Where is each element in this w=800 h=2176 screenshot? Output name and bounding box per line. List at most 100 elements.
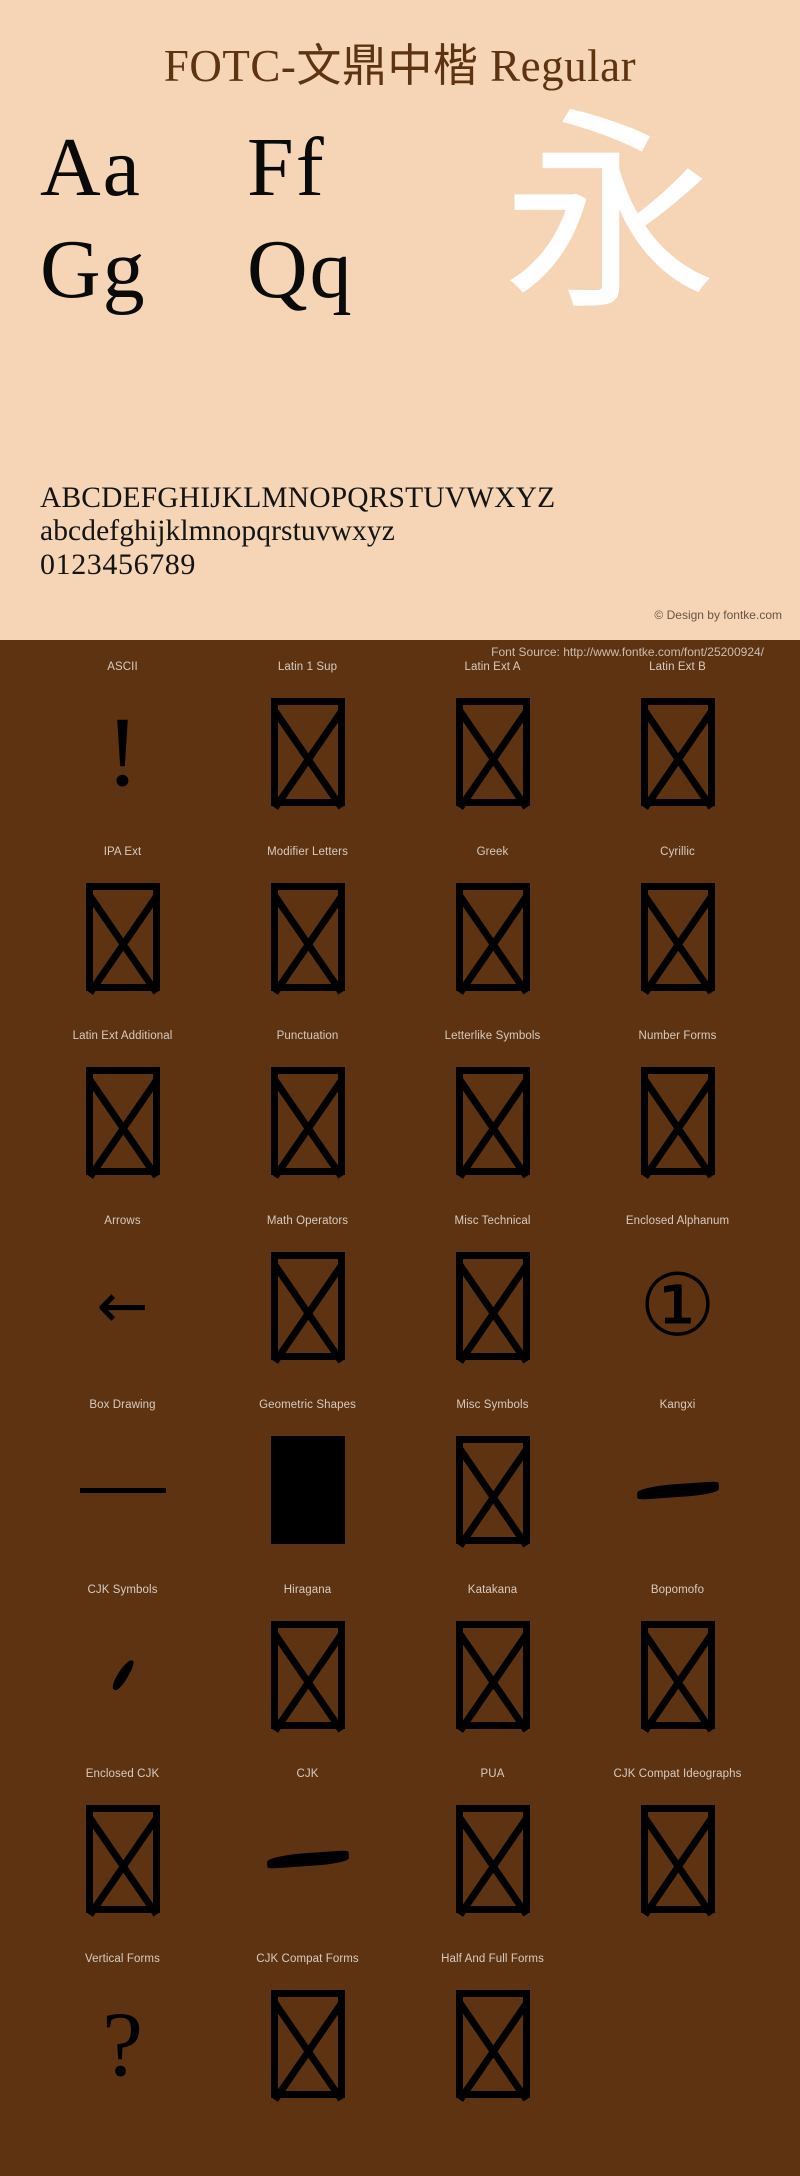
coverage-cell-geometric-shapes[interactable]: Geometric Shapes [215, 1398, 400, 1583]
coverage-cell-misc-technical[interactable]: Misc Technical [400, 1214, 585, 1399]
coverage-cell-latin-ext-a[interactable]: Latin Ext A [400, 660, 585, 845]
coverage-cell-modifier-letters[interactable]: Modifier Letters [215, 845, 400, 1030]
coverage-glyph-notdef [75, 873, 170, 1001]
coverage-cell-punctuation[interactable]: Punctuation [215, 1029, 400, 1214]
coverage-cell-latin-1-sup[interactable]: Latin 1 Sup [215, 660, 400, 845]
coverage-glyph-notdef [445, 873, 540, 1001]
coverage-glyph-notdef [260, 1611, 355, 1739]
coverage-cell-cjk-symbols[interactable]: CJK Symbols [30, 1583, 215, 1768]
font-source-bar: Font Source: http://www.fontke.com/font/… [0, 644, 800, 660]
coverage-cell-cyrillic[interactable]: Cyrillic [585, 845, 770, 1030]
notdef-box-icon [455, 1805, 530, 1913]
coverage-cell-pua[interactable]: PUA [400, 1767, 585, 1952]
coverage-row: Box Drawing Geometric Shapes Misc Symbols K… [0, 1398, 800, 1583]
coverage-row: Latin Ext Additional Punctuation Letterlik… [0, 1029, 800, 1214]
coverage-block-label: Arrows [104, 1214, 141, 1227]
sample-pair-gg: Gg [40, 223, 147, 316]
notdef-box-icon [640, 698, 715, 806]
coverage-cell-misc-symbols[interactable]: Misc Symbols [400, 1398, 585, 1583]
notdef-box-icon [270, 1067, 345, 1175]
alphabet-block: ABCDEFGHIJKLMNOPQRSTUVWXYZ abcdefghijklm… [40, 482, 555, 581]
coverage-block-label: Enclosed Alphanum [625, 1214, 730, 1227]
coverage-block-label: CJK Symbols [87, 1583, 158, 1596]
coverage-glyph: ① [630, 1242, 725, 1370]
coverage-block-label: Half And Full Forms [441, 1952, 544, 1965]
font-source-link[interactable]: Font Source: http://www.fontke.com/font/… [491, 644, 764, 660]
coverage-block-label: Letterlike Symbols [444, 1030, 541, 1042]
coverage-row: Enclosed CJK CJK PUA CJK Compat Ideographs [0, 1767, 800, 1952]
notdef-box-icon [455, 1067, 530, 1175]
coverage-glyph-notdef [630, 1057, 725, 1185]
coverage-cell-greek[interactable]: Greek [400, 845, 585, 1030]
notdef-box-icon [270, 1620, 345, 1729]
coverage-block-label: Latin Ext A [464, 661, 521, 673]
coverage-glyph-cjk-stroke [630, 1426, 725, 1554]
coverage-glyph-char: ? [102, 1992, 143, 2095]
coverage-glyph-notdef [630, 1795, 725, 1923]
coverage-block-label: Cyrillic [660, 845, 695, 858]
coverage-cell-ipa-ext[interactable]: IPA Ext [30, 845, 215, 1030]
uppercase-alphabet: ABCDEFGHIJKLMNOPQRSTUVWXYZ [40, 482, 556, 514]
coverage-glyph-cjk-dot [75, 1611, 170, 1739]
coverage-block-label: Latin 1 Sup [277, 661, 338, 673]
horizontal-line-icon [79, 1487, 166, 1493]
coverage-block-label: Number Forms [638, 1030, 717, 1042]
cjk-dian-stroke-icon [109, 1657, 136, 1692]
coverage-block-label: Modifier Letters [267, 845, 348, 858]
notdef-box-icon [455, 1989, 530, 2098]
coverage-glyph-notdef [630, 873, 725, 1001]
coverage-block-label: ASCII [107, 661, 138, 673]
coverage-glyph-notdef [445, 1611, 540, 1739]
coverage-cell-ascii[interactable]: ASCII! [30, 660, 215, 845]
coverage-cell-hiragana[interactable]: Hiragana [215, 1583, 400, 1768]
coverage-block-label: CJK [296, 1768, 319, 1780]
sample-pair-aa: Aa [40, 121, 142, 214]
coverage-glyph-char: ① [638, 1255, 717, 1356]
coverage-cell-latin-ext-additional[interactable]: Latin Ext Additional [30, 1029, 215, 1214]
coverage-cell-vertical-forms[interactable]: Vertical Forms? [30, 1952, 215, 2137]
coverage-block-label: Hiragana [283, 1583, 332, 1596]
coverage-cell-box-drawing[interactable]: Box Drawing [30, 1398, 215, 1583]
coverage-cell-cjk[interactable]: CJK [215, 1767, 400, 1952]
coverage-cell-latin-ext-b[interactable]: Latin Ext B [585, 660, 770, 845]
coverage-row: Vertical Forms? CJK Compat Forms Half And … [0, 1952, 800, 2137]
coverage-block-label: Geometric Shapes [259, 1399, 356, 1411]
coverage-glyph-notdef [75, 1795, 170, 1923]
coverage-glyph-notdef [445, 1980, 540, 2108]
notdef-box-icon [270, 1989, 345, 2098]
notdef-box-icon [455, 882, 530, 991]
coverage-block-label: Greek [476, 845, 509, 858]
coverage-cell-enclosed-alphanum[interactable]: Enclosed Alphanum ① [585, 1214, 770, 1399]
coverage-cell-half-and-full-forms[interactable]: Half And Full Forms [400, 1952, 585, 2137]
cjk-heng-stroke-icon [636, 1480, 719, 1500]
coverage-glyph-notdef [75, 1057, 170, 1185]
coverage-cell-math-operators[interactable]: Math Operators [215, 1214, 400, 1399]
coverage-block-label: Katakana [467, 1583, 518, 1596]
digits-row: 0123456789 [40, 548, 196, 581]
coverage-block-label: Vertical Forms [85, 1952, 160, 1965]
coverage-glyph-notdef [445, 1242, 540, 1370]
coverage-cell-arrows[interactable]: Arrows ← [30, 1214, 215, 1399]
coverage-block-label: CJK Compat Ideographs [613, 1768, 742, 1780]
coverage-cell-letterlike-symbols[interactable]: Letterlike Symbols [400, 1029, 585, 1214]
coverage-cell-bopomofo[interactable]: Bopomofo [585, 1583, 770, 1768]
coverage-row: Arrows ← Math Operators Misc Technical Enclo… [0, 1214, 800, 1399]
coverage-cell-enclosed-cjk[interactable]: Enclosed CJK [30, 1767, 215, 1952]
notdef-box-icon [455, 1436, 530, 1544]
coverage-cell-cjk-compat-forms[interactable]: CJK Compat Forms [215, 1952, 400, 2137]
coverage-row: IPA Ext Modifier Letters Greek Cyrillic [0, 845, 800, 1030]
coverage-glyph-notdef [260, 1242, 355, 1370]
coverage-glyph-notdef [630, 1611, 725, 1739]
notdef-box-icon [640, 1620, 715, 1729]
font-name-title: FOTC-文鼎中楷 Regular [163, 41, 637, 91]
sample-letters-grid: Aa Ff Gg Qq [40, 118, 460, 322]
coverage-cell-number-forms[interactable]: Number Forms [585, 1029, 770, 1214]
font-specimen-page: 永 FOTC-文鼎中楷 Regular Aa Ff Gg Qq ABCDEFGH… [0, 0, 800, 2176]
coverage-block-label: Bopomofo [650, 1583, 705, 1596]
coverage-cell-kangxi[interactable]: Kangxi [585, 1398, 770, 1583]
coverage-cell-cjk-compat-ideographs[interactable]: CJK Compat Ideographs [585, 1767, 770, 1952]
coverage-block-label: Enclosed CJK [85, 1768, 160, 1780]
notdef-box-icon [270, 1251, 345, 1360]
notdef-box-icon [270, 882, 345, 991]
coverage-cell-katakana[interactable]: Katakana [400, 1583, 585, 1768]
